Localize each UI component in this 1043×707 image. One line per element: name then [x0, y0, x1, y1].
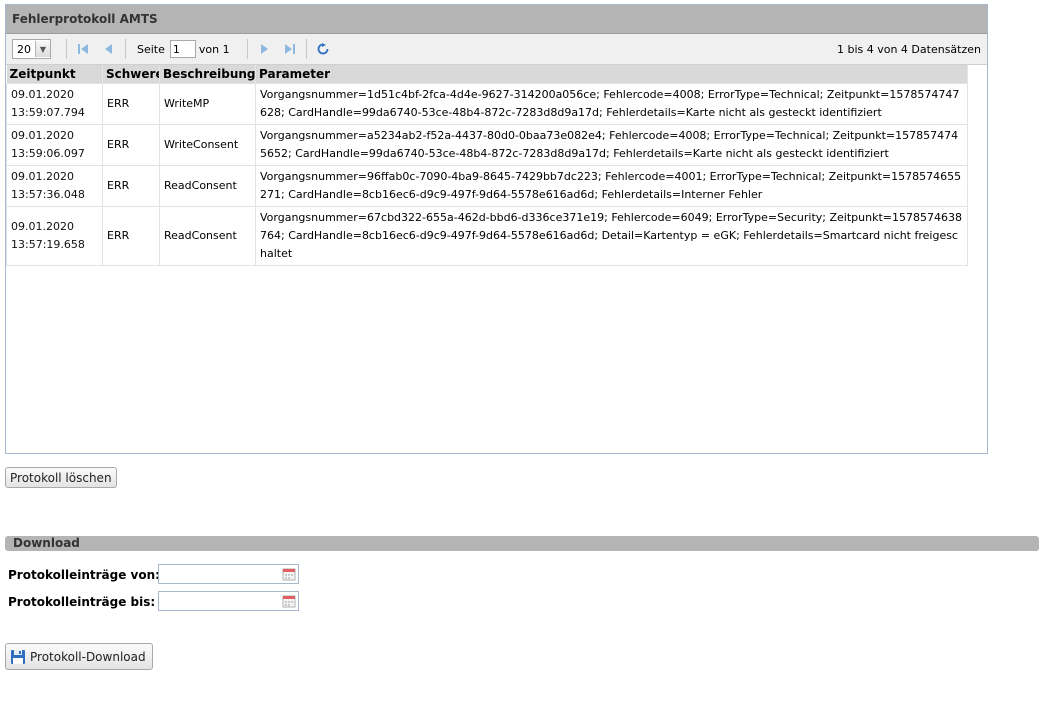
- cell-severity: ERR: [102, 83, 160, 125]
- from-date-label: Protokolleinträge von:: [8, 568, 160, 582]
- download-log-button[interactable]: Protokoll-Download: [5, 643, 153, 670]
- page-total-label: von 1: [198, 42, 230, 56]
- cell-time: 13:57:36.048: [11, 188, 85, 201]
- toolbar-separator: [66, 39, 67, 59]
- download-section-title: Download: [5, 536, 1039, 551]
- panel-title: Fehlerprotokoll AMTS: [6, 5, 987, 34]
- from-date-field[interactable]: [158, 564, 299, 584]
- page-size-select[interactable]: 20 ▼: [12, 39, 51, 59]
- error-log-table: Zeitpunkt Schwere Beschreibung Parameter…: [6, 65, 968, 266]
- column-header-schwere[interactable]: Schwere: [102, 65, 160, 84]
- next-page-button[interactable]: [255, 40, 273, 58]
- first-page-button[interactable]: [74, 40, 92, 58]
- cell-date: 09.01.2020: [11, 220, 74, 233]
- cell-parameter: Vorgangsnummer=a5234ab2-f52a-4437-80d0-0…: [255, 124, 968, 166]
- toolbar-separator: [125, 39, 126, 59]
- table-row[interactable]: 09.01.2020 13:57:19.658 ERR ReadConsent V…: [6, 206, 968, 266]
- cell-date: 09.01.2020: [11, 170, 74, 183]
- pagination-toolbar: 20 ▼ Seite von 1 1 bis 4 von 4 Datensätz…: [6, 34, 987, 65]
- toolbar-separator: [246, 39, 248, 59]
- column-header-zeitpunkt[interactable]: Zeitpunkt: [6, 65, 103, 84]
- delete-log-button[interactable]: Protokoll löschen: [5, 467, 117, 488]
- delete-log-label: Protokoll löschen: [10, 470, 112, 485]
- table-row[interactable]: 09.01.2020 13:59:07.794 ERR WriteMP Vorga…: [6, 83, 968, 125]
- prev-page-icon: [105, 44, 112, 54]
- column-header-beschreibung[interactable]: Beschreibung: [159, 65, 256, 84]
- prev-page-button[interactable]: [100, 40, 118, 58]
- page-size-value: 20: [17, 42, 31, 56]
- cell-severity: ERR: [102, 206, 160, 266]
- cell-zeitpunkt: 09.01.2020 13:59:06.097: [6, 124, 103, 166]
- cell-severity: ERR: [102, 165, 160, 207]
- last-page-icon: [284, 44, 295, 54]
- page-number-input[interactable]: [169, 40, 196, 58]
- cell-date: 09.01.2020: [11, 129, 74, 142]
- page-label: Seite: [137, 42, 165, 56]
- from-date-input[interactable]: [161, 566, 283, 584]
- cell-parameter: Vorgangsnummer=67cbd322-655a-462d-bbd6-d…: [255, 206, 968, 266]
- calendar-icon[interactable]: [282, 567, 296, 581]
- cell-time: 13:59:07.794: [11, 106, 85, 119]
- cell-parameter: Vorgangsnummer=96ffab0c-7090-4ba9-8645-7…: [255, 165, 968, 207]
- to-date-field[interactable]: [158, 591, 299, 611]
- download-log-label: Protokoll-Download: [30, 649, 146, 664]
- cell-zeitpunkt: 09.01.2020 13:57:36.048: [6, 165, 103, 207]
- record-count: 1 bis 4 von 4 Datensätzen: [836, 43, 981, 56]
- cell-time: 13:59:06.097: [11, 147, 85, 160]
- to-date-label: Protokolleinträge bis:: [8, 595, 156, 609]
- next-page-icon: [260, 44, 268, 54]
- cell-description: WriteConsent: [159, 124, 256, 166]
- last-page-button[interactable]: [281, 40, 299, 58]
- cell-description: ReadConsent: [159, 206, 256, 266]
- table-row[interactable]: 09.01.2020 13:57:36.048 ERR ReadConsent V…: [6, 165, 968, 207]
- table-header-row: Zeitpunkt Schwere Beschreibung Parameter: [6, 65, 968, 84]
- column-header-parameter[interactable]: Parameter: [255, 65, 968, 84]
- cell-zeitpunkt: 09.01.2020 13:59:07.794: [6, 83, 103, 125]
- cell-parameter: Vorgangsnummer=1d51c4bf-2fca-4d4e-9627-3…: [255, 83, 968, 125]
- cell-description: ReadConsent: [159, 165, 256, 207]
- toolbar-separator: [305, 39, 307, 59]
- chevron-down-icon[interactable]: ▼: [35, 41, 50, 57]
- table-row[interactable]: 09.01.2020 13:59:06.097 ERR WriteConsent …: [6, 124, 968, 166]
- refresh-icon: [317, 43, 329, 55]
- refresh-button[interactable]: [314, 40, 332, 58]
- first-page-icon: [78, 44, 88, 54]
- to-date-input[interactable]: [161, 593, 283, 611]
- cell-time: 13:57:19.658: [11, 238, 85, 251]
- error-log-panel: Fehlerprotokoll AMTS 20 ▼ Seite von 1 1 …: [5, 4, 988, 454]
- cell-description: WriteMP: [159, 83, 256, 125]
- cell-zeitpunkt: 09.01.2020 13:57:19.658: [6, 206, 103, 266]
- cell-severity: ERR: [102, 124, 160, 166]
- calendar-icon[interactable]: [282, 594, 296, 608]
- cell-date: 09.01.2020: [11, 88, 74, 101]
- save-disk-icon: [11, 649, 25, 664]
